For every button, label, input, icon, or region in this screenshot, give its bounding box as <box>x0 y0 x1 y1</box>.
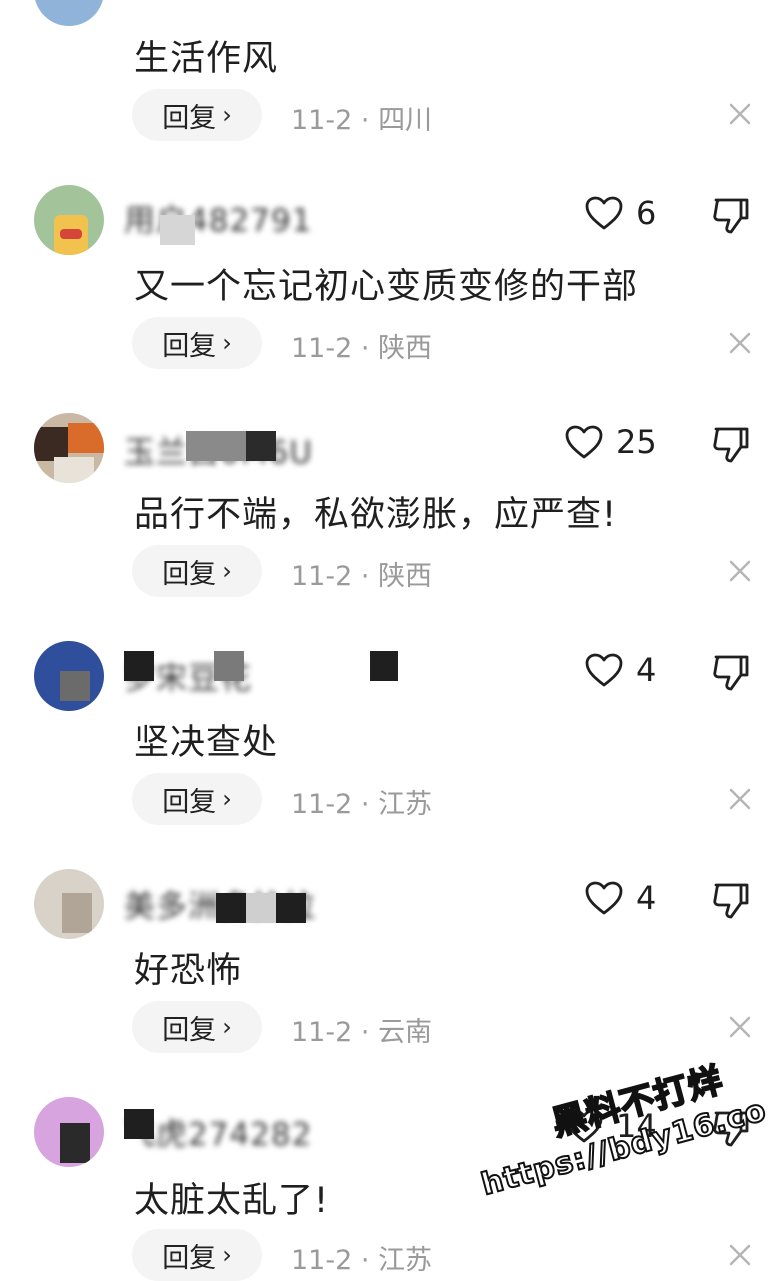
name-redaction <box>186 431 246 461</box>
comment-item: 玉兰白0M6U 25 品行不端，私欲澎胀，应严查! 回复 › 11-2 · 陕西 <box>0 413 778 641</box>
comment-text: 生活作风 <box>134 39 279 79</box>
like-count: 6 <box>636 194 657 232</box>
meta-separator: · <box>360 1017 370 1048</box>
like-button[interactable]: 14 <box>564 1107 657 1145</box>
chevron-right-icon: › <box>222 101 232 129</box>
reply-button[interactable]: 回复 › <box>132 773 262 825</box>
name-redaction <box>216 893 246 923</box>
comment-meta: 11-2 · 陕西 <box>291 554 432 593</box>
comment-date: 11-2 <box>291 1017 353 1048</box>
comment-date: 11-2 <box>291 105 353 136</box>
meta-separator: · <box>360 105 370 136</box>
meta-separator: · <box>360 333 370 364</box>
reply-label: 回复 <box>162 102 217 134</box>
name-redaction <box>124 651 154 681</box>
reply-button[interactable]: 回复 › <box>132 545 262 597</box>
name-redaction <box>214 651 244 681</box>
name-redaction <box>124 1109 154 1139</box>
name-redaction <box>160 215 195 245</box>
comment-text: 太脏太乱了! <box>134 1181 330 1221</box>
heart-outline-icon <box>565 425 603 459</box>
like-button[interactable]: 25 <box>564 423 657 461</box>
comment-text: 又一个忘记初心变质变修的干部 <box>134 267 639 307</box>
chevron-right-icon: › <box>222 1013 232 1041</box>
avatar[interactable] <box>34 0 104 26</box>
name-redaction <box>276 893 306 923</box>
close-icon[interactable] <box>729 788 751 810</box>
comment-meta: 11-2 · 江苏 <box>291 1238 432 1277</box>
chevron-right-icon: › <box>222 1241 232 1269</box>
avatar[interactable] <box>34 185 104 255</box>
heart-outline-icon <box>585 196 623 230</box>
name-redaction <box>246 893 276 923</box>
thumbs-down-icon[interactable] <box>711 653 751 693</box>
reply-label: 回复 <box>162 558 217 590</box>
comment-date: 11-2 <box>291 789 353 820</box>
comment-item: 用户482791 6 又一个忘记初心变质变修的干部 回复 › 11-2 · 陕西 <box>0 185 778 413</box>
comment-location: 江苏 <box>378 1245 433 1276</box>
like-button[interactable]: 6 <box>584 194 656 232</box>
like-count: 25 <box>616 423 657 461</box>
close-icon[interactable] <box>729 560 751 582</box>
comment-text: 坚决查处 <box>134 723 279 763</box>
avatar[interactable] <box>34 413 104 483</box>
chevron-right-icon: › <box>222 557 232 585</box>
chevron-right-icon: › <box>222 329 232 357</box>
close-icon[interactable] <box>729 103 751 125</box>
close-icon[interactable] <box>729 332 751 354</box>
avatar[interactable] <box>34 869 104 939</box>
like-button[interactable]: 4 <box>584 651 656 689</box>
like-count: 14 <box>616 1107 657 1145</box>
comment-location: 陕西 <box>378 561 433 592</box>
reply-button[interactable]: 回复 › <box>132 89 262 141</box>
thumbs-down-icon[interactable] <box>711 881 751 921</box>
comment-meta: 11-2 · 江苏 <box>291 782 432 821</box>
comment-meta: 11-2 · 四川 <box>291 98 432 137</box>
like-button[interactable]: 4 <box>584 879 656 917</box>
comment-item: 美多洲多拉拉 4 好恐怖 回复 › 11-2 · 云南 <box>0 869 778 1097</box>
comment-date: 11-2 <box>291 561 353 592</box>
reply-label: 回复 <box>162 330 217 362</box>
like-count: 4 <box>636 879 657 917</box>
meta-separator: · <box>360 1245 370 1276</box>
reply-button[interactable]: 回复 › <box>132 1001 262 1053</box>
comment-text: 品行不端，私欲澎胀，应严查! <box>134 495 618 535</box>
comment-location: 江苏 <box>378 789 433 820</box>
name-redaction <box>246 431 276 461</box>
comment-date: 11-2 <box>291 1245 353 1276</box>
reply-button[interactable]: 回复 › <box>132 1229 262 1281</box>
reply-label: 回复 <box>162 1014 217 1046</box>
reply-label: 回复 <box>162 786 217 818</box>
comment-meta: 11-2 · 云南 <box>291 1010 432 1049</box>
comment-meta: 11-2 · 陕西 <box>291 326 432 365</box>
reply-button[interactable]: 回复 › <box>132 317 262 369</box>
like-count: 4 <box>636 651 657 689</box>
chevron-right-icon: › <box>222 785 232 813</box>
avatar[interactable] <box>34 641 104 711</box>
thumbs-down-icon[interactable] <box>711 1109 751 1149</box>
reply-label: 回复 <box>162 1242 217 1274</box>
thumbs-down-icon[interactable] <box>711 196 751 236</box>
comment-text: 好恐怖 <box>134 951 243 991</box>
comment-item: 罗宋豆花 4 坚决查处 回复 › 11-2 · 江苏 <box>0 641 778 869</box>
avatar[interactable] <box>34 1097 104 1167</box>
comment-item: 飞虎274282 14 太脏太乱了! 回复 › 11-2 · 江苏 <box>0 1097 778 1281</box>
thumbs-down-icon[interactable] <box>711 425 751 465</box>
comment-location: 陕西 <box>378 333 433 364</box>
comment-location: 云南 <box>378 1017 433 1048</box>
comment-date: 11-2 <box>291 333 353 364</box>
meta-separator: · <box>360 561 370 592</box>
heart-outline-icon <box>585 653 623 687</box>
username[interactable]: 用户482791 <box>124 195 312 240</box>
close-icon[interactable] <box>729 1016 751 1038</box>
name-redaction <box>370 651 398 681</box>
meta-separator: · <box>360 789 370 820</box>
heart-outline-icon <box>565 1109 603 1143</box>
heart-outline-icon <box>585 881 623 915</box>
comment-location: 四川 <box>378 105 433 136</box>
close-icon[interactable] <box>729 1244 751 1266</box>
